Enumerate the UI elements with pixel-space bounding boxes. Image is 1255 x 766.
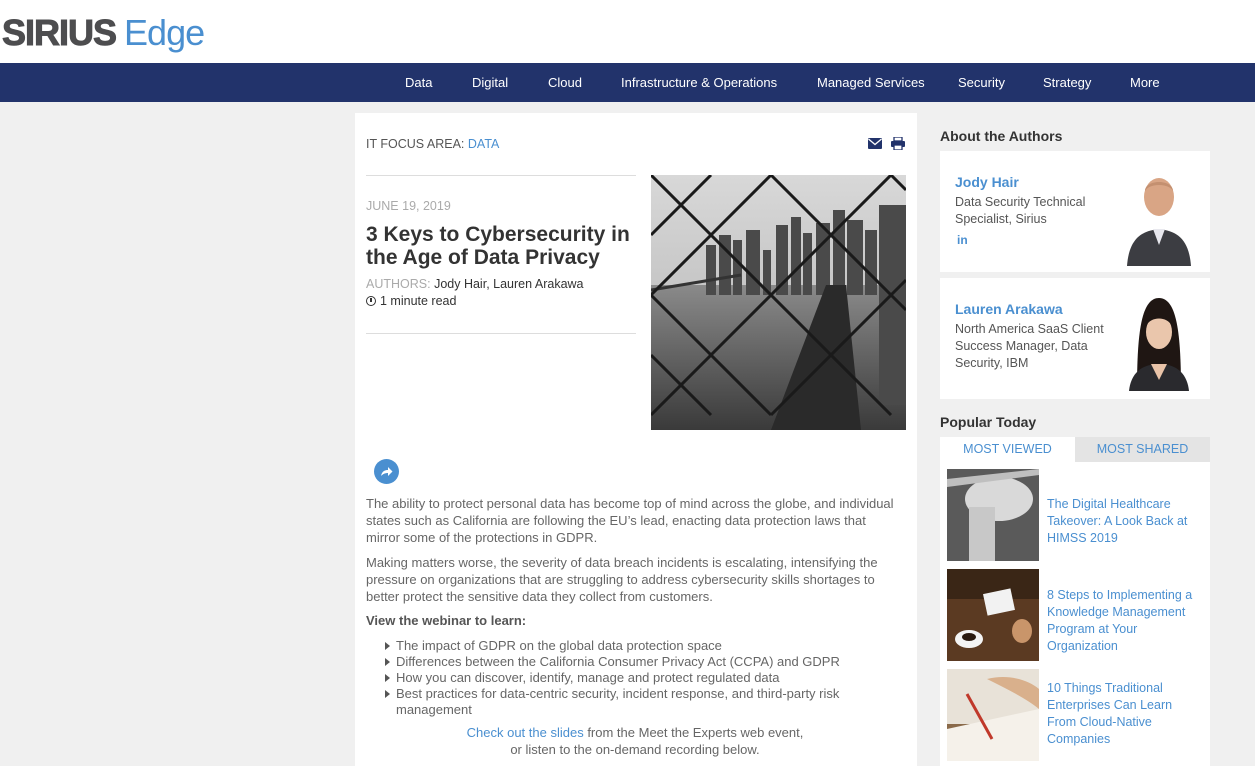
author-card-jody-hair: Jody Hair Data Security Technical Specia… — [940, 151, 1210, 272]
tab-most-shared[interactable]: MOST SHARED — [1075, 437, 1210, 462]
webinar-bullet-list: The impact of GDPR on the global data pr… — [384, 638, 884, 718]
author-name[interactable]: Lauren Arakawa — [955, 301, 1063, 317]
nav-item-infrastructure[interactable]: Infrastructure & Operations — [621, 63, 777, 102]
nav-item-data[interactable]: Data — [405, 63, 432, 102]
cta-text: Check out the slides from the Meet the E… — [415, 724, 855, 758]
article-title: 3 Keys to Cybersecurity in the Age of Da… — [366, 223, 630, 269]
nav-item-more[interactable]: More — [1130, 63, 1160, 102]
hero-image-city-fence — [651, 175, 906, 430]
author-link-lauren-arakawa[interactable]: Lauren Arakawa — [493, 277, 583, 291]
popular-item-title[interactable]: 10 Things Traditional Enterprises Can Le… — [1047, 680, 1202, 748]
author-separator: , — [486, 277, 490, 291]
author-role: Data Security Technical Specialist, Siri… — [955, 195, 1086, 226]
popular-tabs: MOST VIEWED MOST SHARED — [940, 437, 1210, 462]
popular-item-title[interactable]: 8 Steps to Implementing a Knowledge Mana… — [1047, 587, 1202, 655]
focus-area: IT FOCUS AREA: DATA — [366, 137, 499, 151]
list-item[interactable]: 8 Steps to Implementing a Knowledge Mana… — [947, 569, 1205, 661]
list-item: Best practices for data-centric security… — [384, 686, 884, 718]
read-time-text: 1 minute read — [380, 294, 457, 308]
list-item: Differences between the California Consu… — [384, 654, 884, 670]
author-photo-jody-hair — [1123, 167, 1195, 266]
nav-item-cloud[interactable]: Cloud — [548, 63, 582, 102]
popular-today-heading: Popular Today — [940, 414, 1037, 430]
read-time: 1 minute read — [366, 294, 456, 308]
cta-rest: from the Meet the Experts web event, — [583, 725, 804, 740]
thumbnail-meeting-coffee — [947, 569, 1039, 661]
nav-item-managed-services[interactable]: Managed Services — [817, 63, 925, 102]
author-name[interactable]: Jody Hair — [955, 174, 1019, 190]
logo-edge-text: Edge — [124, 12, 205, 53]
article-authors: AUTHORS: Jody Hair, Lauren Arakawa — [366, 277, 584, 291]
nav-item-security[interactable]: Security — [958, 63, 1005, 102]
list-item: How you can discover, identify, manage a… — [384, 670, 884, 686]
list-item[interactable]: 10 Things Traditional Enterprises Can Le… — [947, 669, 1205, 761]
author-link-jody-hair[interactable]: Jody Hair — [434, 277, 486, 291]
site-logo[interactable]: SIRIUS Edge — [1, 12, 205, 54]
site-header: SIRIUS Edge — [0, 0, 1255, 63]
list-item[interactable]: The Digital Healthcare Takeover: A Look … — [947, 469, 1205, 561]
authors-label: AUTHORS: — [366, 277, 431, 291]
linkedin-icon[interactable]: in — [957, 233, 968, 247]
cta-line-2: or listen to the on-demand recording bel… — [510, 742, 760, 757]
about-authors-heading: About the Authors — [940, 128, 1063, 144]
slides-link[interactable]: Check out the slides — [467, 725, 584, 740]
print-icon[interactable] — [891, 137, 905, 150]
nav-item-strategy[interactable]: Strategy — [1043, 63, 1091, 102]
article-paragraph-1: The ability to protect personal data has… — [366, 496, 894, 545]
focus-area-link[interactable]: DATA — [468, 137, 499, 151]
main-nav: Data Digital Cloud Infrastructure & Oper… — [0, 63, 1255, 102]
nav-item-digital[interactable]: Digital — [472, 63, 508, 102]
clock-icon — [366, 296, 376, 306]
article-card: IT FOCUS AREA: DATA JUNE 19, 2019 3 Keys… — [355, 113, 917, 766]
article-paragraph-2: Making matters worse, the severity of da… — [366, 555, 878, 604]
meta-divider — [366, 333, 636, 334]
webinar-heading: View the webinar to learn: — [366, 613, 527, 628]
author-role: North America SaaS Client Success Manage… — [955, 322, 1104, 370]
logo-sirius-text: SIRIUS — [1, 12, 117, 54]
email-icon[interactable] — [868, 138, 882, 149]
article-date: JUNE 19, 2019 — [366, 199, 451, 213]
author-photo-lauren-arakawa — [1123, 294, 1195, 391]
focus-area-label: IT FOCUS AREA: — [366, 137, 465, 151]
thumbnail-xray-shoulder — [947, 469, 1039, 561]
thumbnail-writing-notebook — [947, 669, 1039, 761]
popular-item-title[interactable]: The Digital Healthcare Takeover: A Look … — [1047, 496, 1202, 547]
share-button[interactable] — [374, 459, 399, 484]
share-arrow-icon — [381, 467, 393, 476]
popular-list: The Digital Healthcare Takeover: A Look … — [940, 462, 1210, 766]
list-item: The impact of GDPR on the global data pr… — [384, 638, 884, 654]
header-divider — [366, 175, 636, 176]
author-card-lauren-arakawa: Lauren Arakawa North America SaaS Client… — [940, 278, 1210, 399]
tab-most-viewed[interactable]: MOST VIEWED — [940, 437, 1075, 462]
